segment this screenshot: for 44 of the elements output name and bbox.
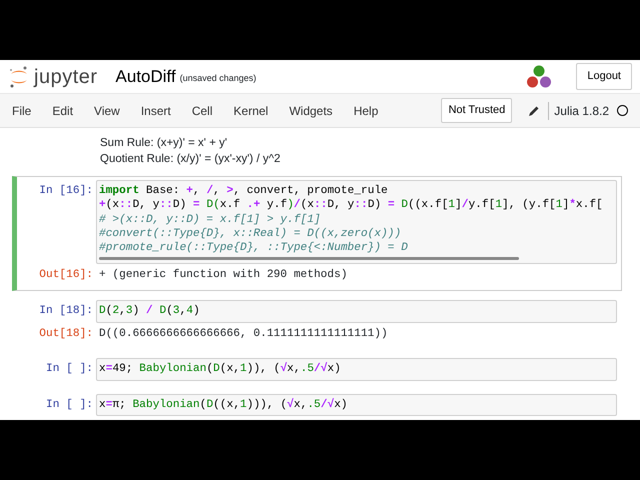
notebook-title[interactable]: AutoDiff	[116, 64, 176, 90]
code-input[interactable]: x=49; Babylonian(D(x,1)), (√x,.5/√x)	[96, 358, 617, 381]
trust-button[interactable]: Not Trusted	[441, 98, 512, 123]
code-line: +(x::D, y::D) = D(x.f .+ y.f)/(x::D, y::D) = D((x.f[1]/y.f[1], (y.f[1]*x.f[	[99, 198, 604, 213]
output-text: D((0.6666666666666666, 0.1111111111111111))	[98, 326, 389, 342]
code-line: #convert(::Type{D}, x::Real) = D((x,zero(x)))	[99, 226, 402, 242]
code-line: D(2,3) / D(3,4)	[99, 304, 201, 319]
output-prompt: Out[18]:	[38, 326, 94, 342]
scrollbar-thumb[interactable]	[99, 257, 519, 260]
output-text: + (generic function with 290 methods)	[98, 268, 348, 284]
markdown-cell[interactable]: Sum Rule: (x+y)' = x' + y' Quotient Rule: (x/y)' = (yx'-xy') / y^2	[12, 132, 622, 170]
menu-item[interactable]: Insert	[140, 102, 171, 120]
code-input[interactable]: x=π; Babylonian(D((x,1))), (√x,.5/√x)	[96, 394, 617, 416]
input-prompt: In [18]:	[38, 304, 94, 320]
logout-button[interactable]: Logout	[576, 63, 632, 90]
input-prompt: In [ ]:	[45, 362, 94, 378]
logo-text: jupyter	[34, 64, 98, 90]
menu-item[interactable]: Kernel	[234, 102, 268, 120]
save-status: (unsaved changes)	[180, 72, 256, 86]
code-line: x=49; Babylonian(D(x,1)), (√x,.5/√x)	[99, 362, 342, 377]
input-prompt: In [16]:	[38, 184, 94, 199]
code-cell[interactable]: In [18]: D(2,3) / D(3,4) Out[18]: D((0.6666666666666666, 0.1111111111111111))	[12, 296, 622, 350]
menu-item[interactable]: View	[94, 102, 120, 120]
code-cell[interactable]: In [ ]: x=49; Babylonian(D(x,1)), (√x,.5/√x)	[12, 354, 622, 385]
code-cell[interactable]: In [ ]: x=π; Babylonian(D((x,1))), (√x,.5/√x)	[12, 390, 622, 420]
markdown-text: Quotient Rule: (x/y)' = (yx'-xy') / y^2	[100, 152, 282, 167]
code-input[interactable]	[96, 180, 617, 264]
code-line: import Base: +, /, >, convert, promote_rule	[99, 184, 389, 198]
code-line: #promote_rule(::Type{D}, ::Type{<:Number}) = D	[99, 241, 409, 256]
code-line: # >(x::D, y::D) = x.f[1] > y.f[1]	[99, 212, 322, 227]
menu-item[interactable]: File	[12, 102, 32, 120]
code-cell[interactable]	[12, 176, 622, 292]
code-line: x=π; Babylonian(D((x,1))), (√x,.5/√x)	[99, 398, 349, 412]
pencil-icon[interactable]	[528, 104, 540, 116]
code-input[interactable]: D(2,3) / D(3,4)	[96, 300, 617, 323]
menu-item[interactable]: Help	[354, 102, 378, 120]
menu-item[interactable]: Edit	[52, 102, 74, 120]
markdown-text: Sum Rule: (x+y)' = x' + y'	[100, 136, 228, 151]
output-prompt: Out[16]:	[38, 268, 94, 284]
menu-item[interactable]: Widgets	[289, 102, 333, 120]
kernel-name: Julia 1.8.2	[548, 102, 609, 120]
input-prompt: In [ ]:	[45, 398, 94, 413]
kernel-logo-icon	[526, 64, 552, 88]
menu-item[interactable]: Cell	[192, 102, 213, 120]
